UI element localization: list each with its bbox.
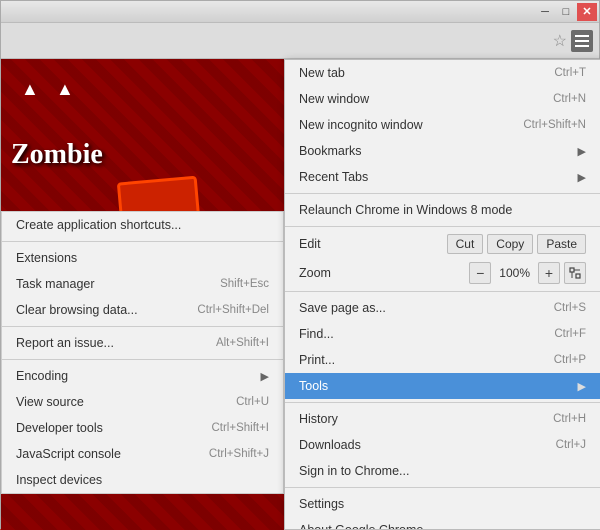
fullscreen-icon	[569, 267, 581, 279]
left-menu-separator-3	[2, 359, 283, 360]
menu-sep-1	[285, 193, 600, 194]
zoom-minus-button[interactable]: −	[469, 262, 491, 284]
window-frame: ─ □ ✕ ☆ ▲ ▲ DA INFECT QUAR	[0, 0, 600, 529]
menu-item-new-window[interactable]: New window Ctrl+N	[285, 86, 600, 112]
zoom-label: Zoom	[299, 266, 469, 280]
title-bar: ─ □ ✕	[1, 1, 599, 23]
menu-line-3	[575, 45, 589, 47]
left-menu-item-encoding[interactable]: Encoding ▶	[2, 363, 283, 389]
zoom-plus-button[interactable]: +	[538, 262, 560, 284]
menu-item-bookmarks[interactable]: Bookmarks ▶	[285, 138, 600, 164]
chrome-dropdown-menu: New tab Ctrl+T New window Ctrl+N New inc…	[284, 59, 600, 530]
menu-item-find[interactable]: Find... Ctrl+F	[285, 321, 600, 347]
left-menu-item-developer-tools[interactable]: Developer tools Ctrl+Shift+I	[2, 415, 283, 441]
menu-sep-4	[285, 402, 600, 403]
menu-item-about[interactable]: About Google Chrome	[285, 517, 600, 530]
menu-item-new-tab[interactable]: New tab Ctrl+T	[285, 60, 600, 86]
cut-button[interactable]: Cut	[447, 234, 484, 254]
menu-item-downloads[interactable]: Downloads Ctrl+J	[285, 432, 600, 458]
menu-item-relaunch[interactable]: Relaunch Chrome in Windows 8 mode	[285, 197, 600, 223]
close-button[interactable]: ✕	[577, 3, 597, 21]
menu-item-recent-tabs[interactable]: Recent Tabs ▶	[285, 164, 600, 190]
chrome-menu-button[interactable]	[571, 30, 593, 52]
left-menu-item-extensions[interactable]: Extensions	[2, 245, 283, 271]
menu-zoom-row: Zoom − 100% +	[285, 258, 600, 288]
copy-button[interactable]: Copy	[487, 234, 533, 254]
menu-sep-5	[285, 487, 600, 488]
menu-sep-2	[285, 226, 600, 227]
toolbar-right: ☆	[553, 30, 593, 52]
left-menu-item-view-source[interactable]: View source Ctrl+U	[2, 389, 283, 415]
paste-button[interactable]: Paste	[537, 234, 586, 254]
star-icon[interactable]: ☆	[553, 31, 567, 51]
left-menu-item-task-manager[interactable]: Task manager Shift+Esc	[2, 271, 283, 297]
maximize-button[interactable]: □	[556, 3, 576, 21]
menu-item-tools[interactable]: Tools ▶	[285, 373, 600, 399]
menu-edit-row: Edit Cut Copy Paste	[285, 230, 600, 258]
edit-label: Edit	[299, 237, 443, 251]
browser-toolbar: ☆	[1, 23, 599, 59]
menu-line-1	[575, 35, 589, 37]
menu-item-save-page[interactable]: Save page as... Ctrl+S	[285, 295, 600, 321]
menu-item-new-incognito[interactable]: New incognito window Ctrl+Shift+N	[285, 112, 600, 138]
left-menu-item-js-console[interactable]: JavaScript console Ctrl+Shift+J	[2, 441, 283, 467]
zoom-value: 100%	[491, 266, 538, 280]
left-menu-item-create-shortcuts[interactable]: Create application shortcuts...	[2, 212, 283, 238]
menu-sep-3	[285, 291, 600, 292]
menu-item-settings[interactable]: Settings	[285, 491, 600, 517]
left-context-menu: Create application shortcuts... Extensio…	[1, 211, 284, 494]
menu-line-2	[575, 40, 589, 42]
left-menu-separator-1	[2, 241, 283, 242]
left-menu-item-clear-browsing[interactable]: Clear browsing data... Ctrl+Shift+Del	[2, 297, 283, 323]
fullscreen-button[interactable]	[564, 262, 586, 284]
arrow-right: ▲	[56, 79, 74, 100]
menu-item-print[interactable]: Print... Ctrl+P	[285, 347, 600, 373]
menu-item-history[interactable]: History Ctrl+H	[285, 406, 600, 432]
minimize-button[interactable]: ─	[535, 3, 555, 21]
left-menu-item-report-issue[interactable]: Report an issue... Alt+Shift+I	[2, 330, 283, 356]
left-menu-item-inspect-devices[interactable]: Inspect devices	[2, 467, 283, 493]
arrow-left: ▲	[21, 79, 39, 100]
menu-item-sign-in[interactable]: Sign in to Chrome...	[285, 458, 600, 484]
left-menu-separator-2	[2, 326, 283, 327]
